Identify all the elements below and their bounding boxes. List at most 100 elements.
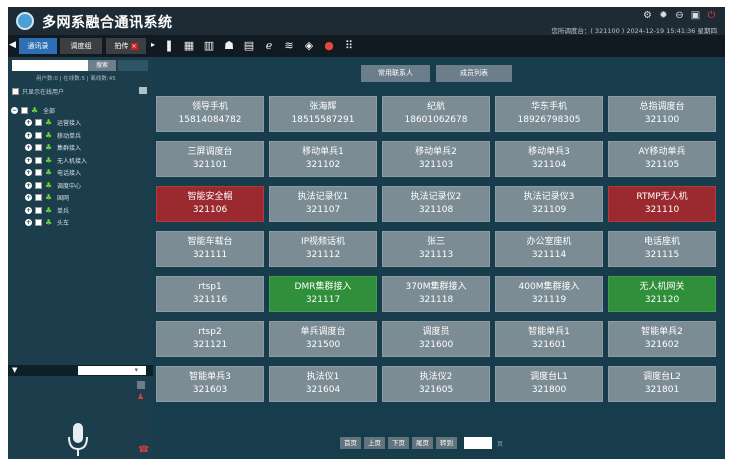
page-button[interactable]: 尾页 [412, 437, 433, 449]
member-card[interactable]: 单兵调度台 321500 [269, 321, 377, 357]
member-card[interactable]: 调度员 321600 [382, 321, 490, 357]
common-contacts-button[interactable]: 常用联系人 [361, 65, 430, 82]
member-card[interactable]: 370M集群接入 321118 [382, 276, 490, 312]
close-icon[interactable]: × [130, 43, 138, 50]
expand-icon[interactable]: + [25, 156, 32, 164]
tree-root[interactable]: − ♣ 全部 [11, 104, 151, 117]
tree-item[interactable]: + ♣ 头车 [11, 217, 151, 230]
online-only-checkbox[interactable] [12, 88, 19, 95]
expand-icon[interactable]: + [25, 131, 32, 139]
expand-icon[interactable]: + [25, 119, 32, 127]
tree-checkbox[interactable] [35, 119, 42, 127]
browser-icon[interactable]: ℯ [261, 38, 277, 54]
tree-item[interactable]: + ♣ 移动单兵 [11, 129, 151, 142]
collapse-left-icon[interactable]: ◀ [9, 40, 16, 50]
expand-icon[interactable]: + [25, 181, 32, 189]
tab-dispatch-groups[interactable]: 调度组 [60, 38, 102, 54]
page-button[interactable]: 下页 [388, 437, 409, 449]
member-card[interactable]: 执法仪1 321604 [269, 366, 377, 402]
alert-icon[interactable]: ● [321, 38, 337, 54]
tree-checkbox[interactable] [35, 169, 42, 177]
search-button[interactable]: 搜索 [88, 60, 116, 71]
member-card[interactable]: 调度台L2 321801 [608, 366, 716, 402]
tree-checkbox[interactable] [35, 194, 42, 202]
device-select[interactable]: ▾ [78, 366, 146, 375]
member-card[interactable]: DMR集群接入 321117 [269, 276, 377, 312]
member-card[interactable]: RTMP无人机 321110 [608, 186, 716, 222]
member-card[interactable]: 智能单兵3 321603 [156, 366, 264, 402]
member-card[interactable]: 总指调度台 321100 [608, 96, 716, 132]
expand-icon[interactable]: + [25, 194, 32, 202]
tab-hangup[interactable]: 拍传 × [106, 38, 146, 54]
expand-icon[interactable]: + [25, 219, 32, 227]
member-card[interactable]: 智能车载台 321111 [156, 231, 264, 267]
lock-icon[interactable]: ▣ [690, 10, 701, 21]
tree-checkbox[interactable] [35, 206, 42, 214]
tree-item[interactable]: + ♣ 集群接入 [11, 142, 151, 155]
member-card[interactable]: 执法记录仪1 321107 [269, 186, 377, 222]
member-card[interactable]: 电话座机 321115 [608, 231, 716, 267]
member-card[interactable]: 智能单兵1 321601 [495, 321, 603, 357]
tree-item[interactable]: + ♣ 电话接入 [11, 167, 151, 180]
users-icon[interactable]: ☗ [221, 38, 237, 54]
member-card[interactable]: 400M集群接入 321119 [495, 276, 603, 312]
tab-contacts[interactable]: 通讯录 [19, 38, 57, 54]
trash-icon[interactable] [137, 381, 145, 389]
hangup-icon[interactable]: ☎ [138, 445, 149, 455]
gear-icon[interactable]: ✹ [658, 10, 669, 21]
minimize-icon[interactable]: ⊖ [674, 10, 685, 21]
tree-checkbox[interactable] [35, 219, 42, 227]
member-card[interactable]: 无人机网关 321120 [608, 276, 716, 312]
page-number-input[interactable] [464, 437, 492, 449]
member-card[interactable]: 移动单兵2 321103 [382, 141, 490, 177]
tree-item[interactable]: + ♣ 运营接入 [11, 117, 151, 130]
grid-icon[interactable]: ⠿ [341, 38, 357, 54]
member-card[interactable]: 移动单兵3 321104 [495, 141, 603, 177]
microphone-icon[interactable] [65, 422, 91, 458]
member-card[interactable]: 移动单兵1 321102 [269, 141, 377, 177]
page-button[interactable]: 转到 [436, 437, 457, 449]
chart-icon[interactable]: ▥ [201, 38, 217, 54]
tree-checkbox[interactable] [35, 144, 42, 152]
member-card[interactable]: 张三 321113 [382, 231, 490, 267]
tree-item[interactable]: + ♣ 国网 [11, 192, 151, 205]
settings-icon[interactable]: ⚙ [642, 10, 653, 21]
member-card[interactable]: 张海辉 18515587291 [269, 96, 377, 132]
member-card[interactable]: 执法记录仪2 321108 [382, 186, 490, 222]
book-icon[interactable]: ❚ [161, 38, 177, 54]
member-card[interactable]: 智能单兵2 321602 [608, 321, 716, 357]
member-card[interactable]: 办公室座机 321114 [495, 231, 603, 267]
power-icon[interactable]: ⏻ [706, 10, 717, 21]
search-option-field[interactable] [118, 60, 148, 71]
member-card[interactable]: 纪航 18601062678 [382, 96, 490, 132]
page-button[interactable]: 首页 [340, 437, 361, 449]
list-view-icon[interactable] [139, 87, 147, 94]
tree-checkbox[interactable] [21, 106, 28, 114]
member-card[interactable]: AY移动单兵 321105 [608, 141, 716, 177]
tree-checkbox[interactable] [35, 131, 42, 139]
calendar-icon[interactable]: ▦ [181, 38, 197, 54]
member-card[interactable]: 领导手机 15814084782 [156, 96, 264, 132]
expand-icon[interactable]: + [25, 169, 32, 177]
member-list-button[interactable]: 成员列表 [436, 65, 512, 82]
member-card[interactable]: rtsp1 321116 [156, 276, 264, 312]
member-card[interactable]: 华东手机 18926798305 [495, 96, 603, 132]
layers-icon[interactable]: ◈ [301, 38, 317, 54]
sliders-icon[interactable]: ≋ [281, 38, 297, 54]
expand-icon[interactable]: + [25, 206, 32, 214]
member-card[interactable]: 三屏调度台 321101 [156, 141, 264, 177]
tree-item[interactable]: + ♣ 调度中心 [11, 179, 151, 192]
member-card[interactable]: 调度台L1 321800 [495, 366, 603, 402]
page-button[interactable]: 上页 [364, 437, 385, 449]
member-card[interactable]: 智能安全帽 321106 [156, 186, 264, 222]
member-card[interactable]: rtsp2 321121 [156, 321, 264, 357]
expand-icon[interactable]: + [25, 144, 32, 152]
collapse-icon[interactable]: − [11, 106, 18, 114]
online-only-option[interactable]: 只显示在线用户 [12, 87, 64, 96]
tree-item[interactable]: + ♣ 单兵 [11, 204, 151, 217]
document-icon[interactable]: ▤ [241, 38, 257, 54]
member-card[interactable]: IP视频话机 321112 [269, 231, 377, 267]
tree-checkbox[interactable] [35, 156, 42, 164]
member-card[interactable]: 执法仪2 321605 [382, 366, 490, 402]
user-alert-icon[interactable]: ♟ [137, 393, 145, 401]
